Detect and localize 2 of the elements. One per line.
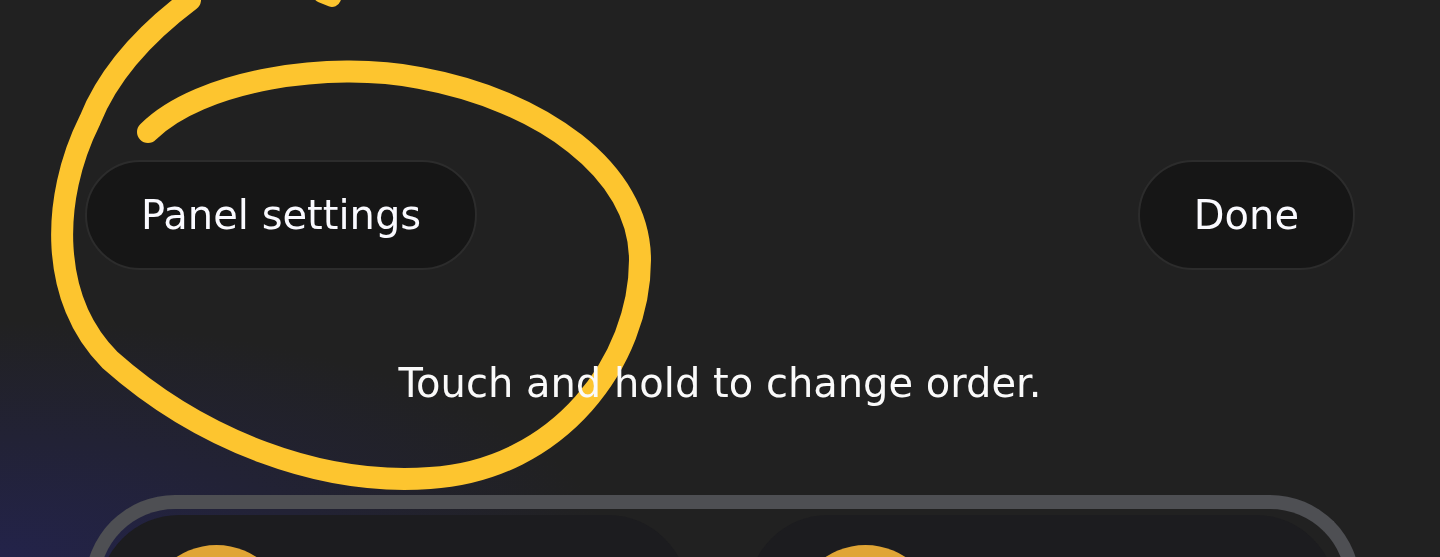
- panel-settings-button[interactable]: Panel settings: [85, 160, 478, 270]
- done-button[interactable]: Done: [1137, 160, 1355, 270]
